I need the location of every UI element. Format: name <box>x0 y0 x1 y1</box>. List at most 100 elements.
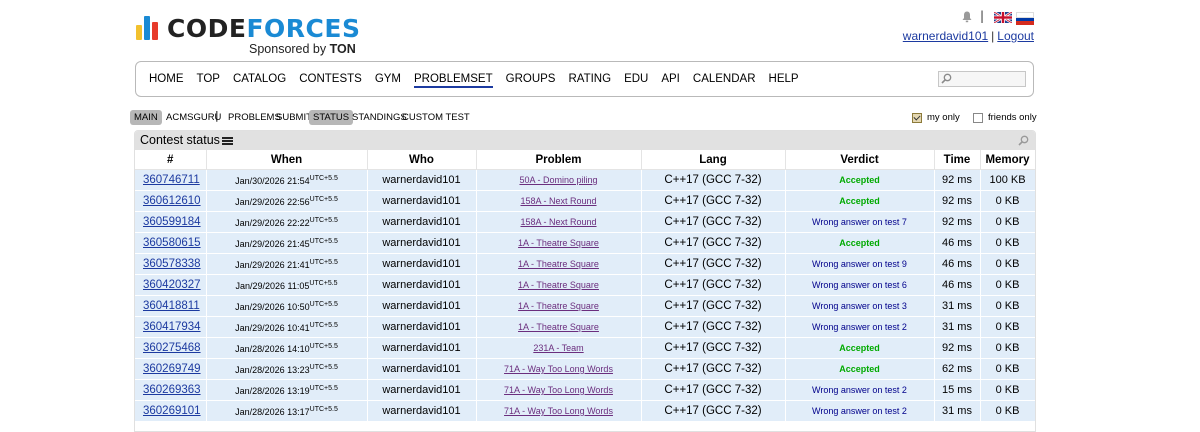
menu-item-problemset[interactable]: PROBLEMSET <box>414 73 493 88</box>
when-cell: Jan/28/2026 13:17UTC+5.5 <box>206 400 368 422</box>
problem-link[interactable]: 1A - Theatre Square <box>518 301 599 311</box>
submenu-status[interactable]: STATUS <box>309 110 354 125</box>
problem-link[interactable]: 71A - Way Too Long Words <box>504 385 613 395</box>
problem-link[interactable]: 1A - Theatre Square <box>518 259 599 269</box>
submission-id-link[interactable]: 360269363 <box>143 384 201 396</box>
menu-item-contests[interactable]: CONTESTS <box>299 73 362 88</box>
memory-cell: 0 KB <box>980 358 1035 380</box>
table-row: 360420327 Jan/29/2026 11:05UTC+5.5 warnerd… <box>135 274 1035 296</box>
problem-cell: 158A - Next Round <box>476 211 642 233</box>
verdict-cell: Wrong answer on test 3 <box>785 295 935 317</box>
friends-only-checkbox[interactable] <box>973 113 983 123</box>
verdict-cell: Accepted <box>785 358 935 380</box>
submission-id-link[interactable]: 360612610 <box>143 195 201 207</box>
menu-item-edu[interactable]: EDU <box>624 73 648 88</box>
submission-id-link[interactable]: 360420327 <box>143 279 201 291</box>
submission-id-link[interactable]: 360269101 <box>143 405 201 417</box>
who-value[interactable]: warnerdavid101 <box>382 279 460 291</box>
bell-icon[interactable] <box>962 11 972 23</box>
submenu-main[interactable]: MAIN <box>130 110 162 125</box>
problem-link[interactable]: 1A - Theatre Square <box>518 238 599 248</box>
problem-link[interactable]: 50A - Domino piling <box>519 175 597 185</box>
menu-item-groups[interactable]: GROUPS <box>506 73 556 88</box>
memory-cell: 0 KB <box>980 232 1035 254</box>
time-cell: 15 ms <box>934 379 981 401</box>
who-value[interactable]: warnerdavid101 <box>382 195 460 207</box>
logo-bars-icon <box>136 16 160 40</box>
memory-cell: 0 KB <box>980 190 1035 212</box>
time-cell: 92 ms <box>934 169 981 191</box>
lang-cell: C++17 (GCC 7-32) <box>641 358 786 380</box>
friends-only-label: friends only <box>988 112 1037 123</box>
list-icon[interactable] <box>222 137 233 146</box>
username-link[interactable]: warnerdavid101 <box>903 29 988 43</box>
submenu-submit[interactable]: SUBMIT <box>276 110 312 125</box>
submission-id-link[interactable]: 360417934 <box>143 321 201 333</box>
submenu-acmsguru[interactable]: ACMSGURU <box>166 110 221 125</box>
search-input[interactable] <box>938 71 1026 87</box>
problem-link[interactable]: 231A - Team <box>533 343 583 353</box>
problem-link[interactable]: 71A - Way Too Long Words <box>504 406 613 416</box>
submission-id-link[interactable]: 360269749 <box>143 363 201 375</box>
who-value[interactable]: warnerdavid101 <box>382 300 460 312</box>
logout-link[interactable]: Logout <box>997 29 1034 43</box>
verdict-cell: Accepted <box>785 169 935 191</box>
timezone-label: UTC+5.5 <box>309 237 338 245</box>
ru-flag-icon[interactable] <box>1016 12 1034 25</box>
problem-link[interactable]: 1A - Theatre Square <box>518 280 599 290</box>
who-value[interactable]: warnerdavid101 <box>382 384 460 396</box>
time-cell: 92 ms <box>934 211 981 233</box>
submenu-custom-test[interactable]: CUSTOM TEST <box>402 110 470 125</box>
problem-link[interactable]: 1A - Theatre Square <box>518 322 599 332</box>
menu-item-gym[interactable]: GYM <box>375 73 401 88</box>
submenu-separator: | <box>215 109 219 122</box>
panel-title: Contest status <box>140 133 220 147</box>
who-cell: warnerdavid101 <box>367 211 477 233</box>
problem-link[interactable]: 158A - Next Round <box>520 196 596 206</box>
who-cell: warnerdavid101 <box>367 316 477 338</box>
who-value[interactable]: warnerdavid101 <box>382 174 460 186</box>
who-value[interactable]: warnerdavid101 <box>382 342 460 354</box>
submission-id-link[interactable]: 360578338 <box>143 258 201 270</box>
submission-id-link[interactable]: 360418811 <box>143 300 200 312</box>
filter-search-icon[interactable] <box>1018 135 1029 146</box>
who-value[interactable]: warnerdavid101 <box>382 363 460 375</box>
uk-flag-icon[interactable] <box>994 12 1012 23</box>
memory-cell: 0 KB <box>980 316 1035 338</box>
time-cell: 46 ms <box>934 253 981 275</box>
table-row: 360746711 Jan/30/2026 21:54UTC+5.5 warnerd… <box>135 169 1035 191</box>
header-id: # <box>135 150 207 170</box>
my-only-checkbox[interactable] <box>912 113 922 123</box>
timezone-label: UTC+5.5 <box>309 342 338 350</box>
codeforces-logo[interactable]: CODEFORCES Sponsored by TON <box>136 14 376 58</box>
timezone-label: UTC+5.5 <box>309 216 338 224</box>
when-value: Jan/29/2026 22:56 <box>235 196 310 207</box>
menu-item-catalog[interactable]: CATALOG <box>233 73 286 88</box>
submission-id-link[interactable]: 360275468 <box>143 342 201 354</box>
header-verdict: Verdict <box>785 150 935 170</box>
who-value[interactable]: warnerdavid101 <box>382 216 460 228</box>
who-value[interactable]: warnerdavid101 <box>382 405 460 417</box>
menu-item-calendar[interactable]: CALENDAR <box>693 73 756 88</box>
main-menu: HOME TOP CATALOG CONTESTS GYM PROBLEMSET… <box>135 61 1034 97</box>
when-value: Jan/29/2026 21:41 <box>235 259 310 270</box>
submenu-problems[interactable]: PROBLEMS <box>228 110 281 125</box>
problem-link[interactable]: 158A - Next Round <box>520 217 596 227</box>
menu-item-rating[interactable]: RATING <box>568 73 611 88</box>
who-value[interactable]: warnerdavid101 <box>382 237 460 249</box>
submenu-standings[interactable]: STANDINGS <box>352 110 407 125</box>
who-value[interactable]: warnerdavid101 <box>382 321 460 333</box>
problem-link[interactable]: 71A - Way Too Long Words <box>504 364 613 374</box>
verdict-value: Wrong answer on test 2 <box>812 406 907 416</box>
menu-item-home[interactable]: HOME <box>149 73 184 88</box>
submission-id-link[interactable]: 360599184 <box>143 216 201 228</box>
who-cell: warnerdavid101 <box>367 379 477 401</box>
menu-item-top[interactable]: TOP <box>197 73 220 88</box>
menu-item-help[interactable]: HELP <box>769 73 799 88</box>
submission-id-cell: 360420327 <box>135 274 207 296</box>
submission-id-link[interactable]: 360580615 <box>143 237 201 249</box>
submission-id-link[interactable]: 360746711 <box>143 174 200 186</box>
verdict-value: Wrong answer on test 2 <box>812 385 907 395</box>
who-value[interactable]: warnerdavid101 <box>382 258 460 270</box>
menu-item-api[interactable]: API <box>661 73 680 88</box>
